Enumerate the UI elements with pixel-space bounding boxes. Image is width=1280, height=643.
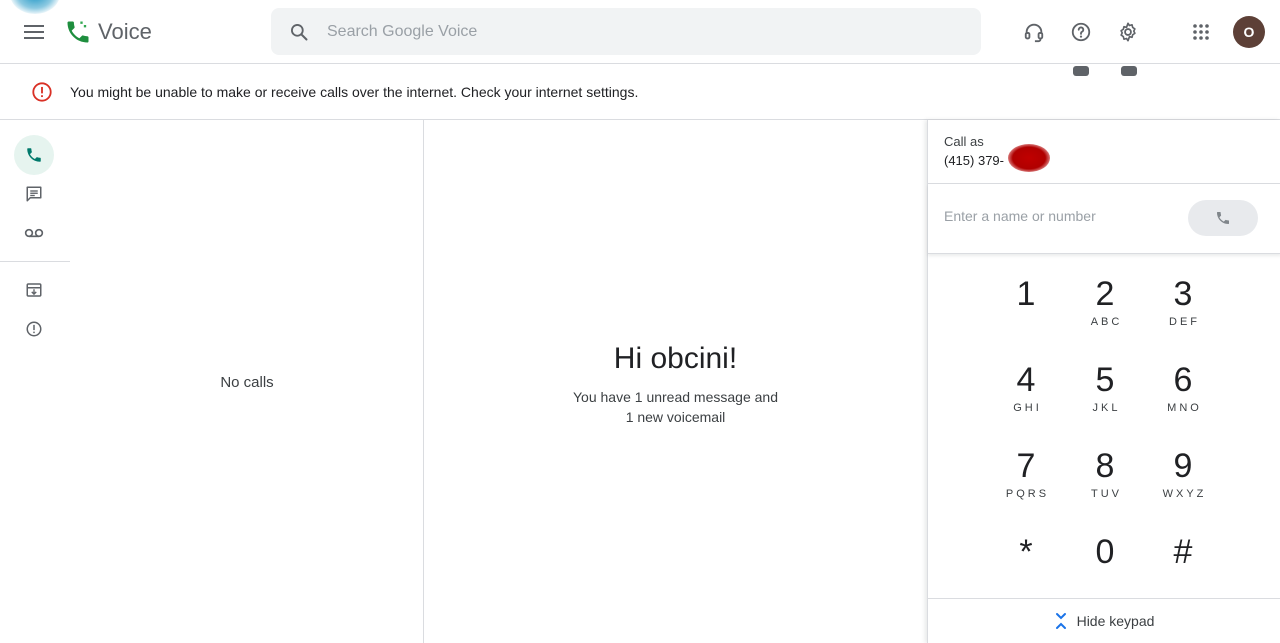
key-digit: 0 xyxy=(1095,533,1115,571)
nav-item-voicemail[interactable] xyxy=(14,213,54,253)
apps-grid-icon xyxy=(1193,24,1209,40)
voicemail-icon xyxy=(24,228,44,238)
key-digit: 2 xyxy=(1095,275,1115,313)
message-icon xyxy=(26,186,42,202)
dialer-panel: Call as (415) 379- 1 2 ABC 3 DEF 4 GHI 5 JKL… xyxy=(927,120,1280,643)
search-icon-wrap[interactable] xyxy=(271,22,327,42)
welcome-panel: Hi obcini! You have 1 unread message and… xyxy=(424,120,927,643)
key-6[interactable]: 6 MNO xyxy=(1148,360,1218,432)
error-circle-icon xyxy=(32,81,52,102)
nav-item-messages[interactable] xyxy=(14,174,54,214)
number-input[interactable] xyxy=(944,208,1164,224)
account-avatar[interactable]: O xyxy=(1233,16,1265,48)
key-9[interactable]: 9 WXYZ xyxy=(1148,446,1218,518)
key-1[interactable]: 1 xyxy=(991,274,1061,346)
archive-icon xyxy=(26,283,42,297)
key-digit: 8 xyxy=(1095,447,1115,485)
key-letters: GHI xyxy=(1013,402,1042,414)
key-letters xyxy=(991,574,1061,588)
redaction-mark xyxy=(1008,144,1050,172)
key-4[interactable]: 4 GHI xyxy=(991,360,1061,432)
key-letters: PQRS xyxy=(1005,488,1050,500)
key-letters: JKL xyxy=(1092,402,1121,414)
key-digit: 4 xyxy=(1016,361,1036,399)
support-button[interactable] xyxy=(1014,12,1054,52)
key-3[interactable]: 3 DEF xyxy=(1148,274,1218,346)
key-letters: WXYZ xyxy=(1162,488,1207,500)
key-letters: DEF xyxy=(1169,316,1200,328)
key-7[interactable]: 7 PQRS xyxy=(991,446,1061,518)
welcome-title: Hi obcini! xyxy=(613,342,738,375)
banner-icon-wrap xyxy=(31,81,53,103)
spam-icon xyxy=(26,321,42,337)
key-letters xyxy=(991,316,1061,330)
nav-divider xyxy=(0,261,70,262)
call-as-label: Call as xyxy=(944,134,984,149)
key-letters: MNO xyxy=(1167,402,1202,414)
key-5[interactable]: 5 JKL xyxy=(1070,360,1140,432)
empty-calls-text: No calls xyxy=(220,374,274,391)
nav-item-calls[interactable] xyxy=(14,135,54,175)
apps-button[interactable] xyxy=(1181,12,1221,52)
call-as-number: (415) 379- xyxy=(944,153,1004,168)
app-name: Voice xyxy=(98,19,152,44)
connection-warning-banner: You might be unable to make or receive c… xyxy=(0,64,1280,120)
key-star[interactable]: * xyxy=(991,532,1061,604)
key-letters xyxy=(1148,574,1218,588)
hide-keypad-button[interactable]: Hide keypad xyxy=(928,598,1280,643)
key-digit: 5 xyxy=(1095,361,1115,399)
dial-input-row xyxy=(928,184,1280,254)
banner-message: You might be unable to make or receive c… xyxy=(70,83,639,100)
key-digit: 7 xyxy=(1016,447,1036,485)
key-digit: * xyxy=(1019,533,1033,571)
gear-icon xyxy=(1120,22,1136,42)
welcome-message: You have 1 unread message and 1 new voic… xyxy=(564,387,787,427)
settings-button[interactable] xyxy=(1108,12,1148,52)
key-8[interactable]: 8 TUV xyxy=(1070,446,1140,518)
search-icon xyxy=(291,23,308,40)
phone-icon xyxy=(27,148,41,162)
search-bar[interactable] xyxy=(271,8,981,55)
calls-list-panel: No calls xyxy=(70,120,424,643)
collapse-chevrons-icon xyxy=(1055,613,1066,629)
voice-logo[interactable]: Voice xyxy=(64,18,152,46)
hamburger-icon xyxy=(24,25,44,39)
key-letters xyxy=(1070,574,1140,588)
key-digit: 6 xyxy=(1173,361,1193,399)
app-header: Voice Search Google Voice O xyxy=(0,0,1280,64)
key-digit: 9 xyxy=(1173,447,1193,485)
hide-keypad-label: Hide keypad xyxy=(1076,613,1155,629)
key-0[interactable]: 0 xyxy=(1070,532,1140,604)
key-digit: # xyxy=(1173,533,1193,571)
key-letters: TUV xyxy=(1091,488,1122,500)
nav-item-archive[interactable] xyxy=(14,270,54,310)
key-2[interactable]: 2 ABC xyxy=(1070,274,1140,346)
call-button[interactable] xyxy=(1188,200,1258,236)
search-input[interactable] xyxy=(327,22,927,41)
welcome-line-2: 1 new voicemail xyxy=(625,409,726,425)
help-icon xyxy=(1071,22,1091,42)
key-letters: ABC xyxy=(1090,316,1123,328)
key-digit: 3 xyxy=(1173,275,1193,313)
call-as-section[interactable]: Call as (415) 379- xyxy=(928,120,1280,184)
voice-phone-logo-icon xyxy=(67,21,89,43)
key-hash[interactable]: # xyxy=(1148,532,1218,604)
main-menu-button[interactable] xyxy=(14,12,54,52)
help-button[interactable] xyxy=(1061,12,1101,52)
key-digit: 1 xyxy=(1016,275,1036,313)
headset-icon xyxy=(1024,23,1044,43)
phone-icon xyxy=(1217,212,1229,224)
welcome-line-1: You have 1 unread message and xyxy=(573,389,778,405)
nav-item-spam[interactable] xyxy=(14,309,54,349)
